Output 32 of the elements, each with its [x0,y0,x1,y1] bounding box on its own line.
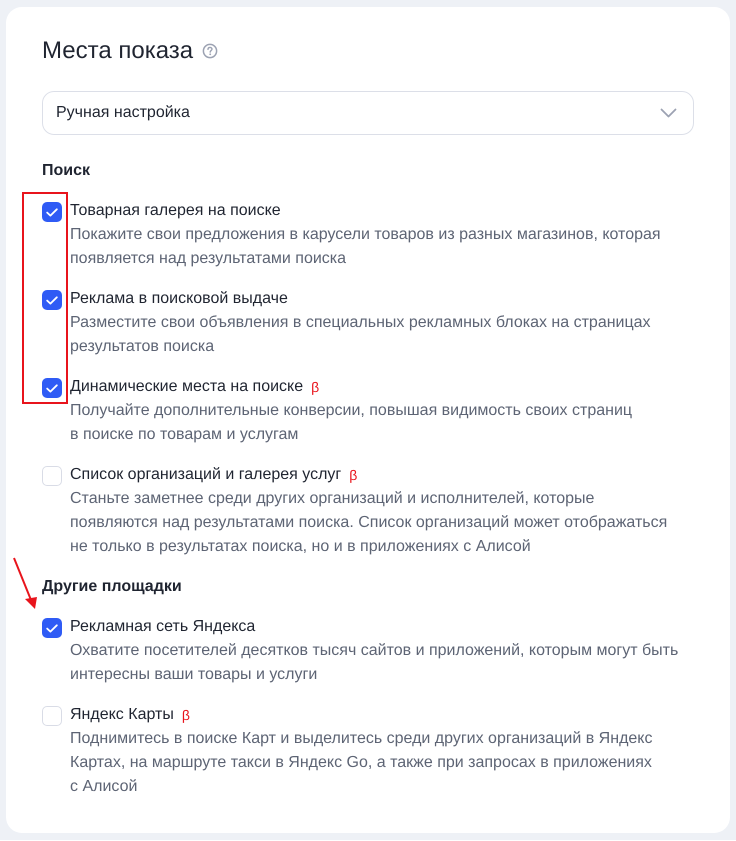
check-icon [46,624,58,632]
checkbox[interactable] [42,378,62,398]
check-icon [46,384,58,392]
check-icon [46,296,58,304]
option-description: Покажите свои предложения в карусели товаров из разных магазинов, которая появляется над результатами поиска [70,225,661,269]
checkbox[interactable] [42,706,62,726]
section-heading: Другие площадки [42,577,183,597]
beta-label: β [349,466,358,485]
option-description: Получайте дополнительные конверсии, повышая видимость своих страниц в поиске по товарам и услугам [70,401,632,445]
option-description: Охватите посетителей десятков тысяч сайтов и приложений, которым могут быть интересны ваши товары и услуги [70,641,678,685]
placement-dropdown[interactable]: Ручная настройка [42,91,694,135]
option-title: Рекламная сеть Яндекса [70,617,256,637]
chevron-down-icon [660,108,677,118]
option-title: Список организаций и галерея услуг [70,465,342,485]
beta-label: β [311,378,320,397]
option-description: Поднимитесь в поиске Карт и выделитесь среди других организаций в Яндекс Картах, на маршруте такси в Яндекс Go, а также при запросах в приложениях с Алисой [70,729,652,797]
panel-title: Места показа [42,36,194,66]
beta-label: β [182,706,190,725]
option-description: Разместите свои объявления в специальных рекламных блоках на страницах результатов поиска [70,313,651,357]
option-title: Динамические места на поиске [70,377,304,397]
option-description: Станьте заметнее среди других организаций и исполнителей, которые появляются над результатами поиска. Список организаций может отображаться не только в результатах поиска, но и в приложениях с Алисой [70,489,668,557]
pointer-arrow [13,558,37,609]
checkbox[interactable] [42,202,62,222]
section-heading: Поиск [42,161,92,181]
checkbox[interactable] [42,618,62,638]
option-title: Реклама в поисковой выдаче [70,289,288,309]
option-title: Яндекс Карты [70,705,174,725]
check-icon [46,208,58,216]
option-title: Товарная галерея на поиске [70,201,281,221]
checkbox[interactable] [42,290,62,310]
help-icon[interactable] [202,43,218,59]
checkbox[interactable] [42,466,62,486]
